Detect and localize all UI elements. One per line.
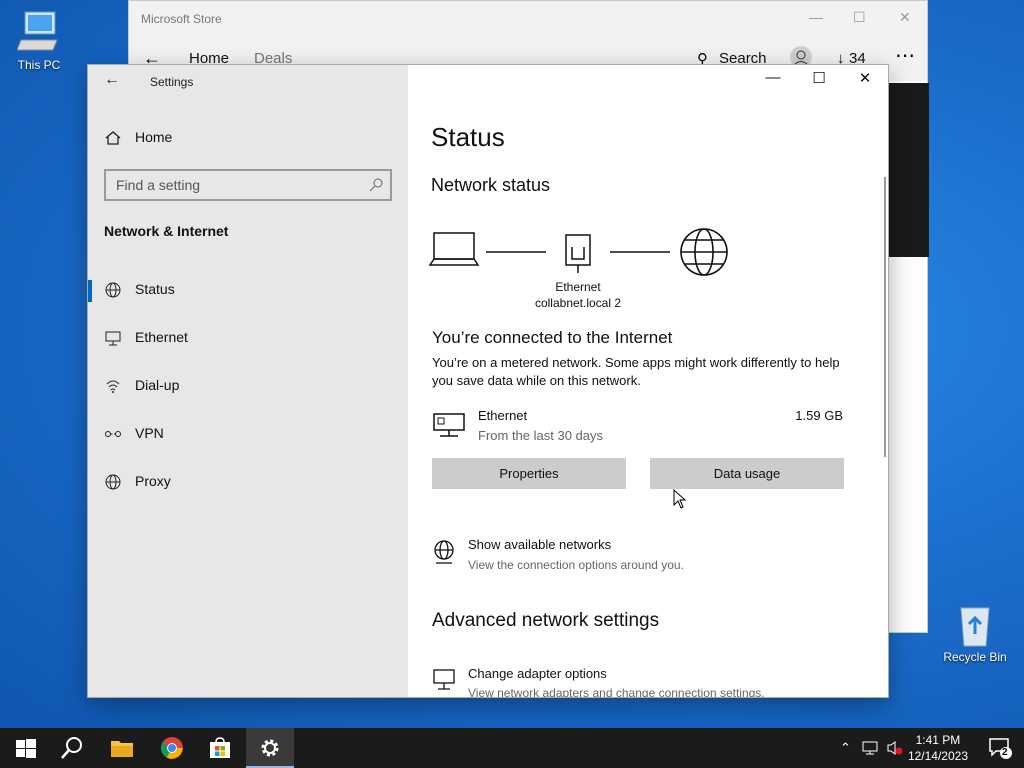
connection-name: Ethernet [478, 408, 528, 423]
store-minimize-button[interactable]: — [809, 9, 823, 25]
network-status-heading: Network status [431, 175, 551, 195]
settings-taskbar-button[interactable] [246, 728, 294, 768]
sidebar-proxy-label: Proxy [135, 473, 171, 489]
back-arrow-icon[interactable]: ← [104, 71, 120, 89]
dialup-icon [106, 380, 120, 393]
store-title: Microsoft Store [141, 12, 222, 26]
search-icon [369, 178, 383, 192]
clock-time: 1:41 PM [915, 733, 961, 747]
maximize-button[interactable]: ☐ [796, 69, 842, 93]
show-hidden-icons-chevron[interactable]: ⌃ [840, 740, 851, 756]
search-icon [61, 737, 82, 759]
sidebar-item-dialup[interactable]: Dial-up [88, 366, 408, 406]
ethernet-icon [105, 331, 121, 346]
search-placeholder: Find a setting [116, 177, 201, 193]
data-usage-button[interactable]: Data usage [650, 458, 844, 489]
advanced-settings-heading: Advanced network settings [432, 610, 660, 631]
home-icon [105, 131, 121, 145]
sidebar-item-proxy[interactable]: Proxy [88, 462, 408, 502]
sidebar-item-home[interactable]: Home [88, 118, 408, 158]
this-pc-shortcut[interactable]: This PC [1, 8, 77, 72]
connection-period: From the last 30 days [478, 428, 603, 443]
settings-title: Settings [150, 75, 194, 89]
action-center-button[interactable]: 2 [976, 728, 1024, 768]
connection-status-description: You’re on a metered network. Some apps m… [432, 355, 840, 388]
diagram-adapter-name: Ethernet [555, 280, 601, 294]
connection-usage: 1.59 GB [795, 408, 843, 423]
sidebar-item-status[interactable]: Status [88, 270, 408, 310]
chrome-button[interactable] [148, 728, 196, 768]
close-button[interactable]: ✕ [842, 69, 888, 93]
change-adapter-title: Change adapter options [468, 666, 607, 681]
internet-globe-icon [680, 228, 728, 276]
scrollbar[interactable] [884, 177, 886, 457]
store-maximize-button[interactable]: ☐ [853, 9, 866, 26]
network-globe-icon [434, 540, 454, 564]
ethernet-adapter-icon [433, 413, 465, 437]
sidebar-item-vpn[interactable]: VPN [88, 414, 408, 454]
connection-status-title: You’re connected to the Internet [432, 328, 673, 347]
windows-logo-icon [16, 739, 36, 758]
page-title: Status [431, 122, 505, 152]
status-globe-icon [105, 282, 121, 298]
store-bag-icon [210, 737, 230, 758]
file-explorer-button[interactable] [98, 728, 146, 768]
diagram-caption: Ethernet collabnet.local 2 [518, 279, 638, 311]
sidebar-ethernet-label: Ethernet [135, 329, 188, 345]
store-content-panel [889, 83, 929, 257]
folder-icon [111, 741, 133, 757]
sidebar-vpn-label: VPN [135, 425, 164, 441]
ethernet-port-icon [565, 234, 591, 273]
clock-date: 12/14/2023 [907, 749, 968, 763]
store-taskbar-button[interactable] [196, 728, 244, 768]
settings-main: — ☐ ✕ Status Network status Ethernet col… [408, 65, 888, 697]
properties-button[interactable]: Properties [432, 458, 626, 489]
sidebar-home-label: Home [135, 129, 173, 145]
diagram-network-name: collabnet.local 2 [534, 296, 622, 310]
taskbar: ⌃ 1:41 PM 12/14/2023 2 [0, 728, 1024, 768]
this-pc-label: This PC [17, 58, 61, 72]
show-networks-title: Show available networks [468, 537, 612, 552]
minimize-button[interactable]: — [750, 69, 796, 93]
recycle-bin-label: Recycle Bin [943, 650, 1007, 664]
volume-muted-icon[interactable] [886, 740, 904, 756]
start-button[interactable] [0, 728, 48, 768]
change-adapter-subtitle: View network adapters and change connect… [468, 686, 765, 697]
settings-sidebar: ← Settings Home Find a setting Network &… [88, 65, 408, 697]
show-networks-subtitle: View the connection options around you. [468, 558, 684, 572]
proxy-globe-icon [105, 474, 121, 490]
adapter-icon [433, 669, 455, 690]
sidebar-item-ethernet[interactable]: Ethernet [88, 318, 408, 358]
gear-icon [261, 739, 279, 757]
recycle-bin-icon [960, 607, 990, 647]
laptop-icon [428, 232, 480, 266]
sidebar-status-label: Status [135, 281, 175, 297]
vpn-icon [105, 431, 121, 437]
notification-count: 2 [1002, 747, 1008, 758]
recycle-bin-shortcut[interactable]: Recycle Bin [937, 602, 1013, 664]
store-more-icon[interactable]: ⋯ [895, 43, 915, 68]
sidebar-dialup-label: Dial-up [135, 377, 180, 393]
system-clock[interactable]: 1:41 PM 12/14/2023 [908, 732, 968, 764]
search-taskbar-button[interactable] [48, 728, 96, 768]
computer-icon [17, 11, 58, 51]
store-titlebar: Microsoft Store — ☐ ✕ [129, 1, 927, 37]
network-status-icon[interactable] [862, 740, 880, 756]
chrome-icon [161, 737, 183, 759]
mouse-cursor-icon [673, 489, 687, 509]
section-heading: Network & Internet [104, 223, 229, 239]
store-close-button[interactable]: ✕ [899, 9, 911, 26]
search-input[interactable]: Find a setting [104, 169, 392, 201]
settings-window[interactable]: ← Settings Home Find a setting Network &… [88, 65, 888, 697]
notifications-icon [989, 738, 1012, 759]
